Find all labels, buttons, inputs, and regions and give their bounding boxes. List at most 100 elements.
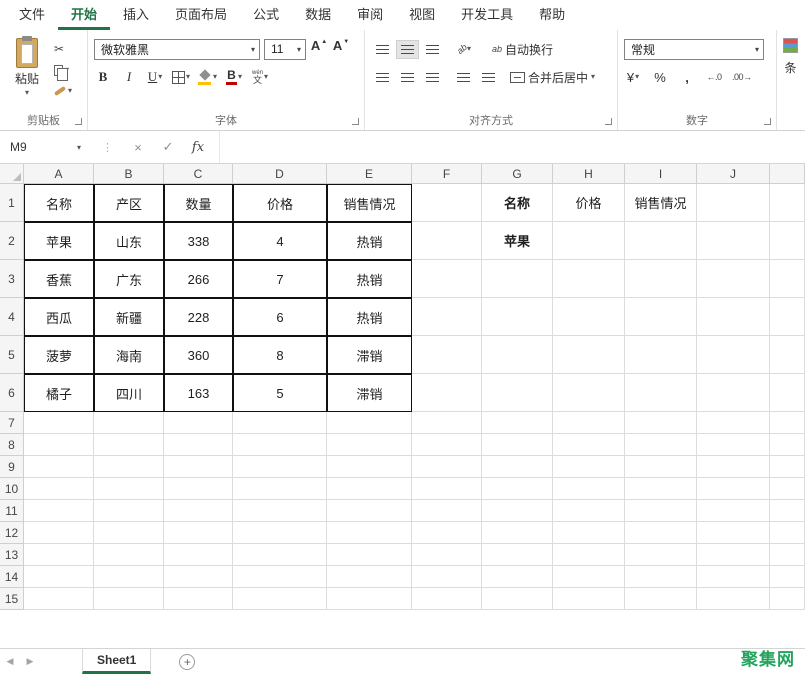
row-header-14[interactable]: 14 bbox=[0, 566, 24, 588]
font-size-select[interactable]: 11▾ bbox=[264, 39, 306, 60]
cell-H4[interactable] bbox=[553, 298, 625, 336]
cell-J7[interactable] bbox=[697, 412, 770, 434]
ribbon-tab-视图[interactable]: 视图 bbox=[396, 0, 448, 30]
column-header-G[interactable]: G bbox=[482, 164, 553, 184]
cell-B8[interactable] bbox=[94, 434, 164, 456]
cell-C10[interactable] bbox=[164, 478, 233, 500]
cell-A7[interactable] bbox=[24, 412, 94, 434]
cell-C12[interactable] bbox=[164, 522, 233, 544]
cell-E11[interactable] bbox=[327, 500, 412, 522]
merge-center-button[interactable]: 合并后居中▾ bbox=[510, 69, 595, 86]
column-header-H[interactable]: H bbox=[553, 164, 625, 184]
clipboard-dialog-launcher-icon[interactable] bbox=[75, 118, 82, 125]
cell-D6[interactable]: 5 bbox=[233, 374, 327, 412]
sheet-nav-left-icon[interactable]: ◀ bbox=[0, 656, 20, 667]
cell-G15[interactable] bbox=[482, 588, 553, 610]
cell-A13[interactable] bbox=[24, 544, 94, 566]
cell-A10[interactable] bbox=[24, 478, 94, 500]
cell-C13[interactable] bbox=[164, 544, 233, 566]
cell-H2[interactable] bbox=[553, 222, 625, 260]
cell-F14[interactable] bbox=[412, 566, 482, 588]
cell-C2[interactable]: 338 bbox=[164, 222, 233, 260]
cell-J12[interactable] bbox=[697, 522, 770, 544]
cell-D13[interactable] bbox=[233, 544, 327, 566]
cell-J2[interactable] bbox=[697, 222, 770, 260]
cell-C15[interactable] bbox=[164, 588, 233, 610]
cell-G7[interactable] bbox=[482, 412, 553, 434]
cell-G6[interactable] bbox=[482, 374, 553, 412]
cell-E10[interactable] bbox=[327, 478, 412, 500]
wrap-text-button[interactable]: ab自动换行 bbox=[492, 41, 553, 58]
cell-I4[interactable] bbox=[625, 298, 697, 336]
cell-D7[interactable] bbox=[233, 412, 327, 434]
cell-D11[interactable] bbox=[233, 500, 327, 522]
cell-G5[interactable] bbox=[482, 336, 553, 374]
cell-C8[interactable] bbox=[164, 434, 233, 456]
cell-A8[interactable] bbox=[24, 434, 94, 456]
phonetic-guide-button[interactable]: wén文▾ bbox=[251, 66, 269, 88]
cell-F5[interactable] bbox=[412, 336, 482, 374]
row-header-12[interactable]: 12 bbox=[0, 522, 24, 544]
cell-J1[interactable] bbox=[697, 184, 770, 222]
cell-E13[interactable] bbox=[327, 544, 412, 566]
cell-G1[interactable]: 名称 bbox=[482, 184, 553, 222]
cell-C1[interactable]: 数量 bbox=[164, 184, 233, 222]
cell-C7[interactable] bbox=[164, 412, 233, 434]
row-header-11[interactable]: 11 bbox=[0, 500, 24, 522]
column-header-D[interactable]: D bbox=[233, 164, 327, 184]
cell-A5[interactable]: 菠萝 bbox=[24, 336, 94, 374]
percent-style-button[interactable]: % bbox=[651, 66, 669, 88]
row-header-9[interactable]: 9 bbox=[0, 456, 24, 478]
cell-H1[interactable]: 价格 bbox=[553, 184, 625, 222]
cell-H3[interactable] bbox=[553, 260, 625, 298]
row-header-15[interactable]: 15 bbox=[0, 588, 24, 610]
cell-A9[interactable] bbox=[24, 456, 94, 478]
cell-F15[interactable] bbox=[412, 588, 482, 610]
cell-I1[interactable]: 销售情况 bbox=[625, 184, 697, 222]
formula-input[interactable] bbox=[219, 131, 805, 163]
cell-B9[interactable] bbox=[94, 456, 164, 478]
cut-button[interactable]: ✂ bbox=[54, 42, 72, 56]
cell-A15[interactable] bbox=[24, 588, 94, 610]
cell-I10[interactable] bbox=[625, 478, 697, 500]
cell-C9[interactable] bbox=[164, 456, 233, 478]
align-middle-button[interactable] bbox=[396, 40, 419, 59]
select-all-corner[interactable] bbox=[0, 164, 24, 184]
cell-F9[interactable] bbox=[412, 456, 482, 478]
cell-I15[interactable] bbox=[625, 588, 697, 610]
column-header-A[interactable]: A bbox=[24, 164, 94, 184]
row-header-4[interactable]: 4 bbox=[0, 298, 24, 336]
number-dialog-launcher-icon[interactable] bbox=[764, 118, 771, 125]
new-sheet-button[interactable]: + bbox=[179, 654, 195, 670]
increase-font-size-button[interactable]: A▲ bbox=[310, 38, 328, 60]
column-header-E[interactable]: E bbox=[327, 164, 412, 184]
font-color-button[interactable]: B▾ bbox=[225, 66, 243, 88]
align-bottom-button[interactable] bbox=[421, 40, 444, 59]
cell-G4[interactable] bbox=[482, 298, 553, 336]
cell-I3[interactable] bbox=[625, 260, 697, 298]
cell-F6[interactable] bbox=[412, 374, 482, 412]
cell-E4[interactable]: 热销 bbox=[327, 298, 412, 336]
increase-indent-button[interactable] bbox=[477, 68, 500, 87]
cell-J3[interactable] bbox=[697, 260, 770, 298]
ribbon-tab-插入[interactable]: 插入 bbox=[110, 0, 162, 30]
row-header-3[interactable]: 3 bbox=[0, 260, 24, 298]
cell-H7[interactable] bbox=[553, 412, 625, 434]
cell-G13[interactable] bbox=[482, 544, 553, 566]
bold-button[interactable]: B bbox=[94, 66, 112, 88]
cell-A6[interactable]: 橘子 bbox=[24, 374, 94, 412]
cell-A12[interactable] bbox=[24, 522, 94, 544]
cell-D2[interactable]: 4 bbox=[233, 222, 327, 260]
cell-D5[interactable]: 8 bbox=[233, 336, 327, 374]
cell-J9[interactable] bbox=[697, 456, 770, 478]
cell-E9[interactable] bbox=[327, 456, 412, 478]
cell-D9[interactable] bbox=[233, 456, 327, 478]
row-header-8[interactable]: 8 bbox=[0, 434, 24, 456]
cell-C11[interactable] bbox=[164, 500, 233, 522]
cell-B11[interactable] bbox=[94, 500, 164, 522]
align-left-button[interactable] bbox=[371, 68, 394, 87]
cell-B12[interactable] bbox=[94, 522, 164, 544]
enter-button[interactable]: ✓ bbox=[153, 139, 183, 155]
formula-bar-splitter[interactable]: ⋮ bbox=[102, 141, 113, 154]
conditional-formatting-button-partial[interactable]: 条 bbox=[777, 30, 804, 130]
